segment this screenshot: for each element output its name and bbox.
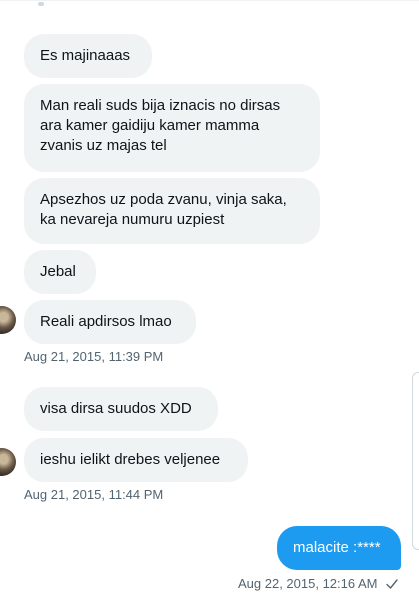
sent-message-bubble[interactable]: malacite :****	[277, 526, 401, 570]
message-bubble[interactable]: Man reali suds bija iznacis no dirsas ar…	[24, 84, 320, 172]
sender-avatar[interactable]	[0, 306, 16, 334]
top-divider	[0, 0, 419, 1]
message-bubble[interactable]: Reali apdirsos lmao	[24, 300, 196, 344]
checkmark-icon	[386, 579, 398, 589]
message-bubble[interactable]: Es majinaaas	[24, 34, 152, 78]
sender-avatar[interactable]	[0, 448, 16, 476]
scrollbar[interactable]	[412, 372, 419, 550]
message-timestamp: Aug 21, 2015, 11:44 PM	[24, 487, 164, 502]
sent-message-timestamp: Aug 22, 2015, 12:16 AM	[238, 576, 378, 591]
message-timestamp: Aug 21, 2015, 11:39 PM	[24, 349, 164, 364]
scroll-indicator	[38, 2, 44, 6]
message-bubble[interactable]: Apsezhos uz poda zvanu, vinja saka, ka n…	[24, 178, 320, 244]
message-bubble[interactable]: ieshu ielikt drebes veljenee	[24, 438, 248, 482]
message-bubble[interactable]: visa dirsa suudos XDD	[24, 387, 218, 431]
dm-conversation: Es majinaaas Man reali suds bija iznacis…	[0, 0, 419, 600]
message-bubble[interactable]: Jebal	[24, 250, 96, 294]
